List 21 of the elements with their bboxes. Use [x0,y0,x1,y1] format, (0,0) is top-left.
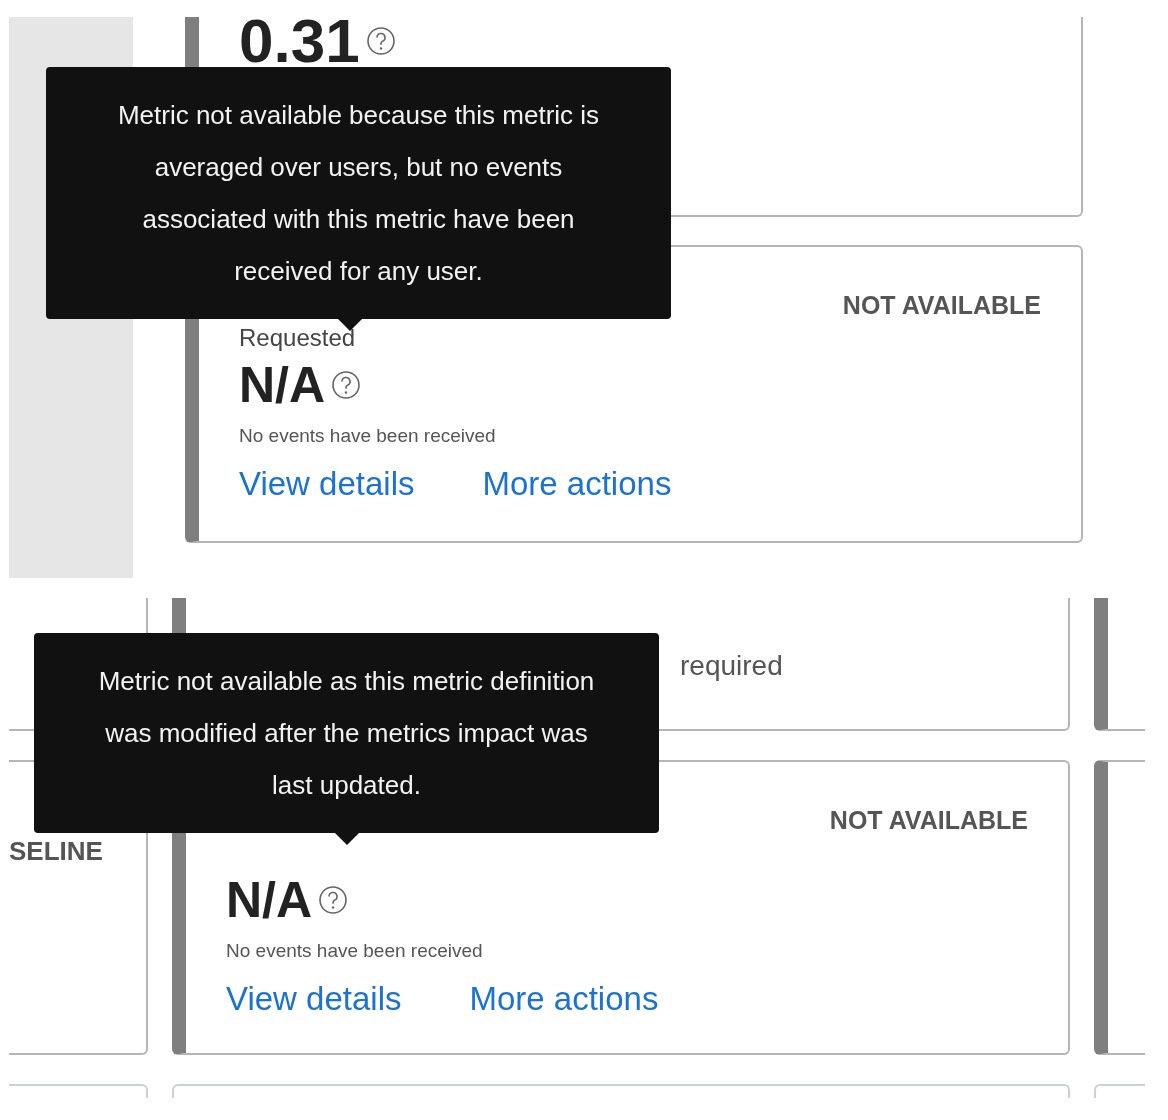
help-icon[interactable] [331,370,362,400]
tooltip-arrow [338,319,362,331]
more-actions-link[interactable]: More actions [469,980,659,1018]
metric-note: required [680,650,784,682]
metric-note: No events have been received [239,425,497,447]
status-label: NOT AVAILABLE [829,806,1028,835]
column-label: SELINE [9,836,103,867]
metric-title: Requested [239,323,356,353]
status-label: NOT AVAILABLE [842,291,1041,320]
tooltip-arrow [335,833,359,845]
metric-note: No events have been received [226,940,484,962]
view-details-link[interactable]: View details [226,980,402,1018]
metric-value: N/A [226,871,313,930]
help-icon[interactable] [318,885,349,915]
view-details-link[interactable]: View details [239,465,415,503]
help-icon[interactable] [365,26,396,56]
metric-value: N/A [239,356,326,415]
more-actions-link[interactable]: More actions [482,465,672,503]
tooltip: Metric not available because this metric is averaged over users, but no events associated with this metric have been received for any user. [46,67,671,319]
tooltip: Metric not available as this metric definition was modified after the metrics impact was last updated. [34,633,659,833]
metric-value: 0.31 [239,17,360,65]
